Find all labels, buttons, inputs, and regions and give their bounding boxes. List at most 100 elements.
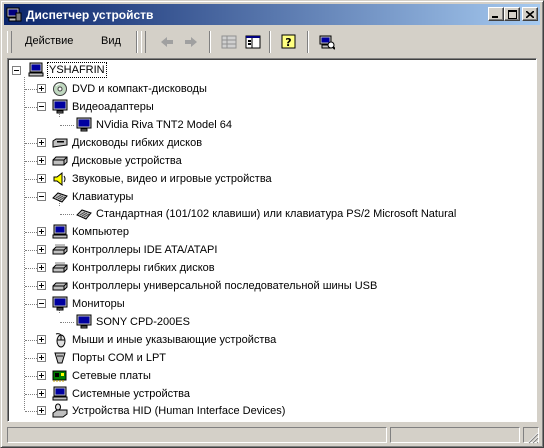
tree-item-network[interactable]: Сетевые платы bbox=[52, 367, 152, 385]
tree-item-label: Системные устройства bbox=[72, 388, 191, 400]
toolbar-separator bbox=[136, 31, 138, 53]
device-manager-window: Диспетчер устройств Действие Вид ? YSHAF… bbox=[0, 0, 544, 448]
status-bar bbox=[5, 425, 541, 445]
tree-item-monitors[interactable]: Мониторы bbox=[52, 295, 126, 313]
expander-floppy[interactable] bbox=[37, 138, 46, 147]
toolbar-grip[interactable] bbox=[141, 31, 146, 53]
monitor-icon bbox=[76, 314, 92, 329]
expander-ide[interactable] bbox=[37, 245, 46, 254]
forward-button[interactable] bbox=[181, 32, 201, 52]
properties-button[interactable] bbox=[219, 32, 239, 52]
speaker-icon bbox=[53, 171, 66, 187]
computer-icon bbox=[52, 386, 68, 401]
minimize-button[interactable] bbox=[488, 7, 504, 21]
tree-connector bbox=[60, 125, 74, 126]
expander-dvd[interactable] bbox=[37, 84, 46, 93]
tree-item-hid[interactable]: Устройства HID (Human Interface Devices) bbox=[52, 402, 286, 420]
help-icon: ? bbox=[281, 34, 296, 49]
tree-item-label: Контроллеры универсальной последовательн… bbox=[72, 280, 378, 292]
mouse-icon bbox=[55, 333, 66, 348]
menu-action[interactable]: Действие bbox=[25, 35, 73, 47]
tree-item-label: Дисковые устройства bbox=[72, 155, 182, 167]
tree-item-floppy-controllers[interactable]: Контроллеры гибких дисков bbox=[52, 259, 216, 277]
expander-disk[interactable] bbox=[37, 156, 46, 165]
resize-grip-icon[interactable] bbox=[527, 432, 539, 444]
tree-item-video-adapters[interactable]: Видеоадаптеры bbox=[52, 98, 155, 116]
expander-mice[interactable] bbox=[37, 335, 46, 344]
tree-item-label: Видеоадаптеры bbox=[72, 101, 154, 113]
forward-arrow-icon bbox=[185, 37, 197, 47]
menu-view[interactable]: Вид bbox=[101, 35, 121, 47]
tree-item-dvd[interactable]: DVD и компакт-дисководы bbox=[52, 80, 208, 98]
expander-monitors[interactable] bbox=[37, 299, 46, 308]
help-button[interactable]: ? bbox=[279, 32, 299, 52]
tree-item-ports[interactable]: Порты COM и LPT bbox=[52, 349, 167, 367]
minimize-icon bbox=[492, 15, 498, 18]
tree-item-label: Порты COM и LPT bbox=[72, 352, 166, 364]
keyboard-icon bbox=[76, 209, 92, 220]
tree-item-label: Контроллеры IDE ATA/ATAPI bbox=[72, 244, 218, 256]
expander-sound[interactable] bbox=[37, 174, 46, 183]
computer-icon bbox=[28, 62, 44, 77]
tree-item-system[interactable]: Системные устройства bbox=[52, 385, 191, 403]
back-button[interactable] bbox=[157, 32, 177, 52]
tree-device-nvidia[interactable]: NVidia Riva TNT2 Model 64 bbox=[76, 116, 233, 134]
expander-network[interactable] bbox=[37, 371, 46, 380]
tree-item-label: Контроллеры гибких дисков bbox=[72, 262, 215, 274]
device-manager-app-icon bbox=[6, 7, 22, 21]
expander-video[interactable] bbox=[37, 102, 46, 111]
toolbar-separator bbox=[209, 31, 211, 53]
menu-grip[interactable] bbox=[7, 31, 12, 53]
expander-computer[interactable] bbox=[37, 227, 46, 236]
scan-hardware-icon bbox=[319, 35, 335, 50]
close-button[interactable] bbox=[522, 7, 538, 21]
tree-item-floppy-drives[interactable]: Дисководы гибких дисков bbox=[52, 134, 203, 152]
tree-device-label: SONY CPD-200ES bbox=[96, 316, 190, 328]
tree-item-label: Дисководы гибких дисков bbox=[72, 137, 203, 149]
tree-device-keyboard[interactable]: Стандартная (101/102 клавиши) или клавиа… bbox=[76, 205, 457, 223]
window-title: Диспетчер устройств bbox=[26, 7, 154, 22]
expander-usb[interactable] bbox=[37, 281, 46, 290]
maximize-icon bbox=[507, 9, 517, 19]
scan-hardware-button[interactable] bbox=[317, 32, 337, 52]
expander-floppy-controllers[interactable] bbox=[37, 263, 46, 272]
toolbar: Действие Вид ? bbox=[5, 27, 539, 57]
tree-connector bbox=[60, 322, 74, 323]
title-bar[interactable]: Диспетчер устройств bbox=[4, 4, 540, 25]
tree-root-label: YSHAFRIN bbox=[47, 62, 107, 78]
close-icon bbox=[526, 10, 534, 18]
show-hide-panel-button[interactable] bbox=[243, 32, 263, 52]
tree-item-mice[interactable]: Мыши и иные указывающие устройства bbox=[52, 331, 277, 349]
device-tree[interactable]: YSHAFRIN DVD и компакт-дисководы Видеоад… bbox=[7, 58, 537, 422]
expander-keyboard[interactable] bbox=[37, 192, 46, 201]
controller-icon bbox=[52, 262, 68, 273]
tree-device-sony[interactable]: SONY CPD-200ES bbox=[76, 313, 191, 331]
hid-icon bbox=[52, 403, 68, 418]
tree-item-keyboards[interactable]: Клавиатуры bbox=[52, 188, 134, 206]
tree-item-sound[interactable]: Звуковые, видео и игровые устройства bbox=[52, 170, 273, 188]
tree-root[interactable]: YSHAFRIN bbox=[28, 61, 107, 79]
tree-item-label: Мониторы bbox=[72, 298, 125, 310]
usb-icon bbox=[52, 282, 68, 291]
expander-system[interactable] bbox=[37, 389, 46, 398]
expander-ports[interactable] bbox=[37, 353, 46, 362]
port-icon bbox=[54, 352, 66, 364]
tree-item-label: Клавиатуры bbox=[72, 191, 134, 203]
expander-hid[interactable] bbox=[37, 406, 46, 415]
toolbar-separator bbox=[269, 31, 271, 53]
monitor-icon bbox=[76, 117, 92, 132]
tree-item-usb[interactable]: Контроллеры универсальной последовательн… bbox=[52, 277, 378, 295]
status-pane-main bbox=[7, 427, 387, 443]
computer-icon bbox=[52, 224, 68, 239]
svg-text:?: ? bbox=[285, 36, 291, 49]
tree-item-ide[interactable]: Контроллеры IDE ATA/ATAPI bbox=[52, 241, 218, 259]
controller-icon bbox=[52, 244, 68, 255]
tree-item-computer[interactable]: Компьютер bbox=[52, 223, 130, 241]
view-panel-icon bbox=[245, 35, 261, 49]
tree-device-label: Стандартная (101/102 клавиши) или клавиа… bbox=[96, 208, 457, 220]
tree-item-disk-drives[interactable]: Дисковые устройства bbox=[52, 152, 183, 170]
tree-connector bbox=[60, 214, 74, 215]
root-expander[interactable] bbox=[12, 66, 21, 75]
maximize-button[interactable] bbox=[504, 7, 520, 21]
tree-item-label: Звуковые, видео и игровые устройства bbox=[72, 173, 272, 185]
